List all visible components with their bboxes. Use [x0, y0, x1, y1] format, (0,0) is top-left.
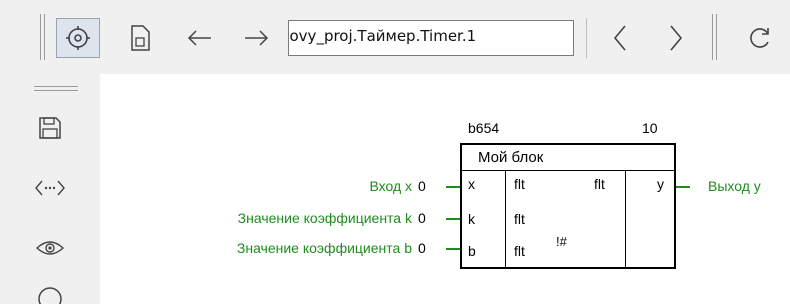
left-toolbar: [0, 74, 100, 304]
input-value-b[interactable]: 0: [418, 240, 426, 256]
block-header-divider: [460, 170, 676, 171]
refresh-icon: [750, 28, 769, 48]
eye-icon: [36, 241, 64, 255]
previous-button[interactable]: [600, 18, 640, 58]
toolbar-grip-2[interactable]: [712, 14, 717, 60]
port-x-type: flt: [514, 176, 525, 192]
back-button[interactable]: [178, 18, 222, 58]
block-column-divider-1: [505, 170, 506, 269]
toolbar-grip[interactable]: [40, 14, 45, 60]
path-field-value: novy_proj.Таймер.Timer.1: [288, 27, 477, 45]
input-wire-b: [446, 248, 460, 250]
left-toolbar-grip[interactable]: [34, 86, 78, 91]
code-brackets-icon: [35, 180, 65, 196]
block-name: b654: [468, 120, 500, 136]
input-wire-k: [446, 218, 460, 220]
arrow-left-icon: [187, 30, 211, 46]
diagram-canvas[interactable]: [100, 74, 790, 304]
chevron-left-icon: [613, 25, 626, 51]
input-value-k[interactable]: 0: [418, 210, 426, 226]
port-k-type: flt: [514, 211, 525, 227]
save-button[interactable]: [28, 110, 72, 146]
port-b-type: flt: [514, 243, 525, 259]
input-label-x: Вход x: [369, 178, 412, 194]
forward-button[interactable]: [234, 18, 278, 58]
output-type: flt: [594, 176, 605, 192]
code-button[interactable]: [28, 170, 72, 206]
input-wire-x: [446, 186, 460, 188]
chevron-right-icon: [670, 25, 683, 51]
document-icon: [131, 25, 150, 51]
save-icon: [39, 117, 61, 139]
path-field[interactable]: novy_proj.Таймер.Timer.1: [288, 20, 574, 56]
arrow-right-icon: [245, 30, 269, 46]
target-icon: [66, 26, 90, 50]
block-column-divider-2: [625, 170, 626, 269]
output-wire-y: [676, 186, 690, 188]
output-label-y: Выход y: [708, 178, 761, 194]
port-y[interactable]: y: [657, 176, 664, 192]
block-marker: !#: [556, 234, 567, 249]
extra-button[interactable]: [28, 284, 72, 304]
input-value-x[interactable]: 0: [418, 178, 426, 194]
circle-icon: [38, 287, 62, 304]
port-x[interactable]: x: [468, 176, 475, 192]
next-button[interactable]: [656, 18, 696, 58]
toolbar-separator: [586, 18, 587, 58]
refresh-button[interactable]: [740, 18, 780, 58]
select-target-button[interactable]: [56, 18, 100, 58]
block-order: 10: [642, 120, 658, 136]
block-title: Мой блок: [478, 149, 544, 166]
input-label-b: Значение коэффициента b: [236, 240, 412, 256]
view-button[interactable]: [28, 230, 72, 266]
toolbar: novy_proj.Таймер.Timer.1: [0, 0, 790, 74]
port-k[interactable]: k: [468, 211, 475, 227]
port-b[interactable]: b: [468, 243, 476, 259]
document-button[interactable]: [120, 18, 160, 58]
input-label-k: Значение коэффициента k: [237, 210, 412, 226]
